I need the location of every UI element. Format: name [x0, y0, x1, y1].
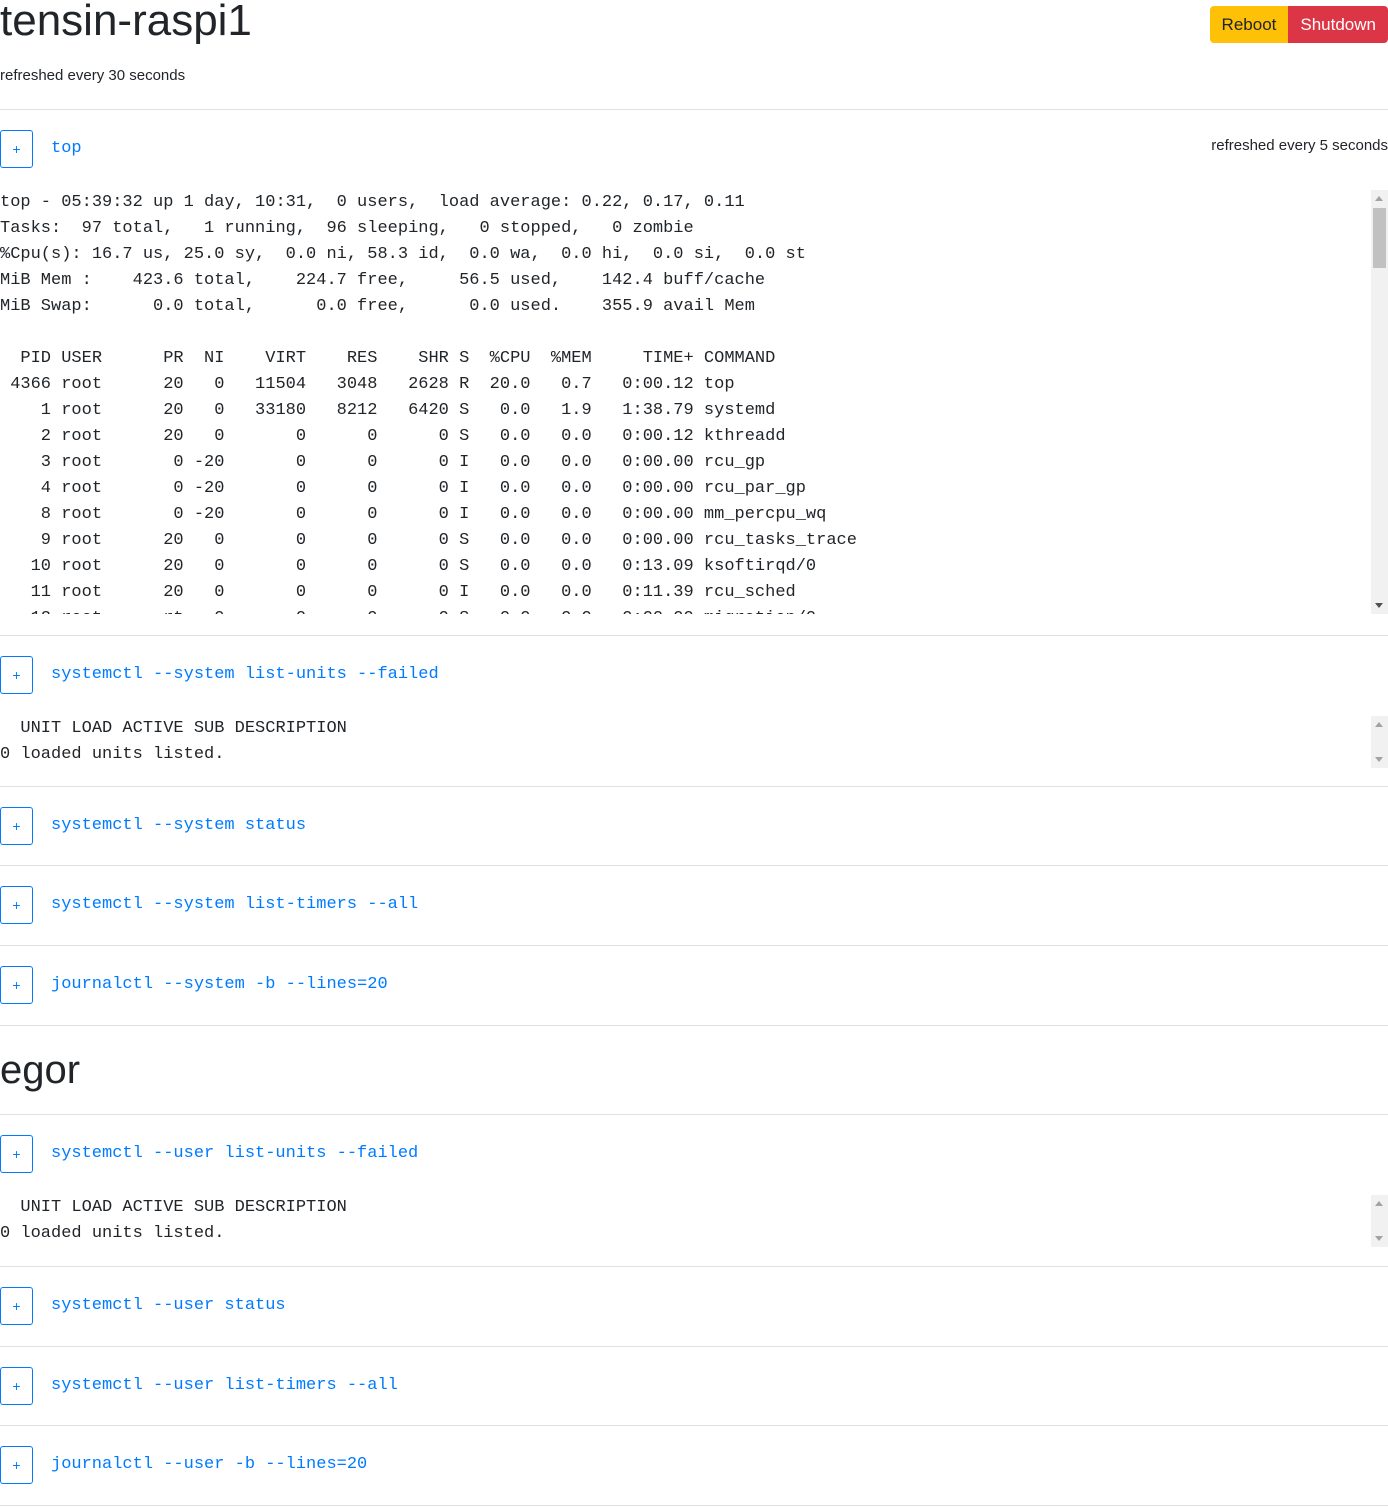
expand-user-timers-button[interactable]: + [0, 1367, 33, 1405]
expand-user-status-button[interactable]: + [0, 1287, 33, 1325]
scroll-up-arrow-icon[interactable] [1375, 196, 1383, 201]
section-system-failed: + systemctl --system list-units --failed… [0, 636, 1388, 787]
command-link-system-status[interactable]: systemctl --system status [51, 815, 306, 837]
scroll-up-arrow-icon[interactable] [1375, 722, 1383, 727]
section-user-journal: + journalctl --user -b --lines=20 [0, 1426, 1388, 1506]
user-header: egor [0, 1026, 1388, 1115]
section-system-timers-header: + systemctl --system list-timers --all [0, 866, 1388, 946]
expand-top-button[interactable]: + [0, 130, 33, 168]
command-link-user-timers[interactable]: systemctl --user list-timers --all [51, 1375, 398, 1397]
section-user-failed-header: + systemctl --user list-units --failed [0, 1115, 1388, 1195]
command-link-system-failed[interactable]: systemctl --system list-units --failed [51, 664, 439, 686]
section-system-journal: + journalctl --system -b --lines=20 [0, 946, 1388, 1026]
section-system-timers: + systemctl --system list-timers --all [0, 866, 1388, 946]
user-failed-output-panel: UNIT LOAD ACTIVE SUB DESCRIPTION 0 loade… [0, 1195, 1388, 1247]
section-system-status-header: + systemctl --system status [0, 787, 1388, 866]
user-title: egor [0, 1048, 81, 1092]
section-top: + top refreshed every 5 seconds top - 05… [0, 110, 1388, 636]
expand-system-failed-button[interactable]: + [0, 656, 33, 694]
section-user-failed: + systemctl --user list-units --failed U… [0, 1115, 1388, 1267]
system-failed-output-panel: UNIT LOAD ACTIVE SUB DESCRIPTION 0 loade… [0, 716, 1388, 768]
section-system-status: + systemctl --system status [0, 787, 1388, 866]
top-refresh-note: refreshed every 5 seconds [1211, 137, 1388, 154]
section-user-timers: + systemctl --user list-timers --all [0, 1347, 1388, 1426]
command-link-user-failed[interactable]: systemctl --user list-units --failed [51, 1143, 418, 1165]
scroll-up-arrow-icon[interactable] [1375, 1201, 1383, 1206]
host-title: tensin-raspi1 [0, 0, 252, 45]
section-user-journal-header: + journalctl --user -b --lines=20 [0, 1426, 1388, 1506]
command-link-user-journal[interactable]: journalctl --user -b --lines=20 [51, 1454, 367, 1476]
expand-user-journal-button[interactable]: + [0, 1446, 33, 1484]
expand-user-failed-button[interactable]: + [0, 1135, 33, 1173]
shutdown-button[interactable]: Shutdown [1288, 6, 1388, 43]
expand-system-timers-button[interactable]: + [0, 886, 33, 924]
top-output-scrollbar[interactable] [1371, 190, 1388, 614]
scroll-down-arrow-icon[interactable] [1375, 603, 1383, 608]
expand-system-status-button[interactable]: + [0, 807, 33, 845]
user-failed-output: UNIT LOAD ACTIVE SUB DESCRIPTION 0 loade… [0, 1198, 347, 1243]
command-link-system-journal[interactable]: journalctl --system -b --lines=20 [51, 974, 388, 996]
top-output-panel: top - 05:39:32 up 1 day, 10:31, 0 users,… [0, 190, 1388, 614]
scroll-down-arrow-icon[interactable] [1375, 1236, 1383, 1241]
section-system-failed-header: + systemctl --system list-units --failed [0, 636, 1388, 716]
system-failed-scrollbar[interactable] [1371, 716, 1388, 768]
host-refresh-note: refreshed every 30 seconds [0, 67, 186, 84]
section-user-status: + systemctl --user status [0, 1267, 1388, 1347]
command-link-top[interactable]: top [51, 138, 82, 160]
top-output: top - 05:39:32 up 1 day, 10:31, 0 users,… [0, 193, 857, 614]
system-failed-output: UNIT LOAD ACTIVE SUB DESCRIPTION 0 loade… [0, 719, 347, 764]
user-failed-scrollbar[interactable] [1371, 1195, 1388, 1247]
host-header: tensin-raspi1 refreshed every 30 seconds… [0, 0, 1388, 110]
command-link-system-timers[interactable]: systemctl --system list-timers --all [51, 894, 418, 916]
scroll-down-arrow-icon[interactable] [1375, 757, 1383, 762]
section-top-header: + top refreshed every 5 seconds [0, 110, 1388, 190]
section-user-status-header: + systemctl --user status [0, 1267, 1388, 1347]
expand-system-journal-button[interactable]: + [0, 966, 33, 1004]
section-system-journal-header: + journalctl --system -b --lines=20 [0, 946, 1388, 1026]
reboot-button[interactable]: Reboot [1209, 6, 1289, 43]
scrollbar-thumb[interactable] [1373, 208, 1386, 268]
section-user-timers-header: + systemctl --user list-timers --all [0, 1347, 1388, 1426]
power-button-group: Reboot Shutdown [1209, 6, 1388, 43]
command-link-user-status[interactable]: systemctl --user status [51, 1295, 286, 1317]
